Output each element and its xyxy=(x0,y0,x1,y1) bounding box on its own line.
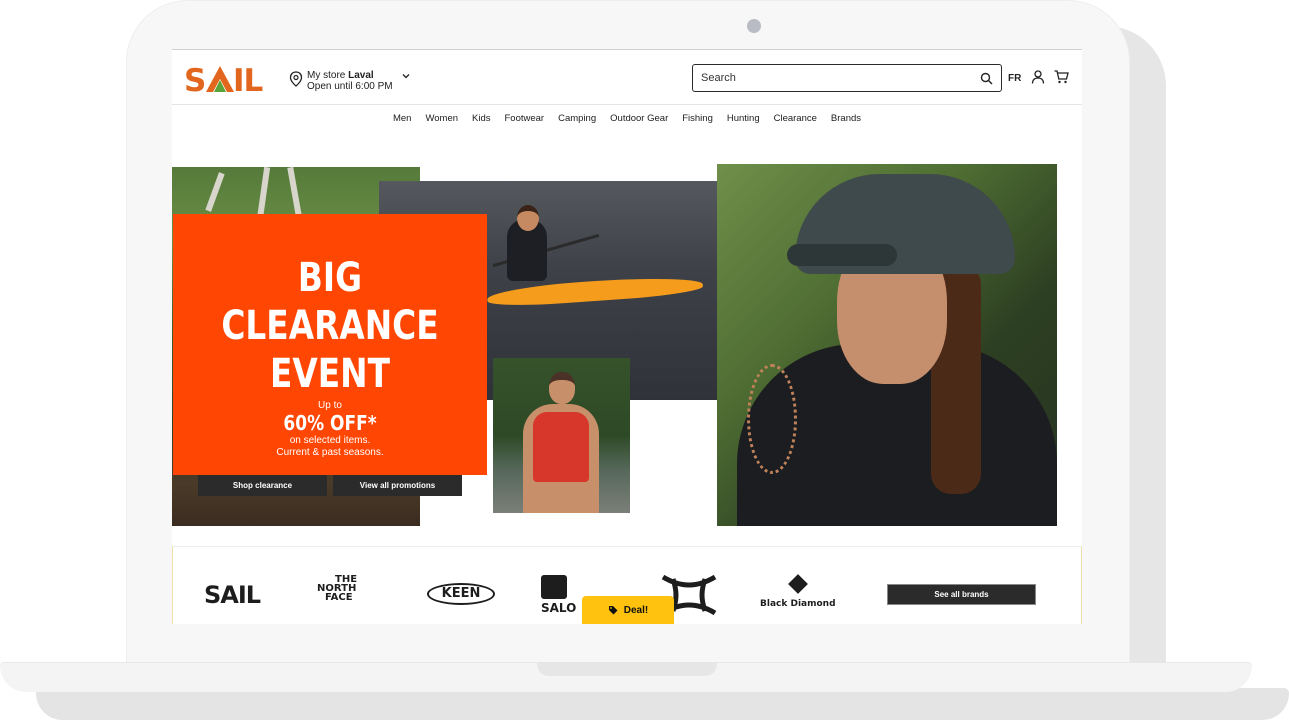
cyclist-photo xyxy=(717,164,1057,526)
nav-item-kids[interactable]: Kids xyxy=(472,113,490,124)
nav-item-men[interactable]: Men xyxy=(393,113,411,124)
laptop-base-shadow xyxy=(36,688,1289,720)
nav-item-outdoor-gear[interactable]: Outdoor Gear xyxy=(610,113,668,124)
laptop-camera xyxy=(747,19,761,33)
store-info: My store Laval Open until 6:00 PM xyxy=(307,70,393,92)
brand-logo-sail[interactable]: SAIL xyxy=(204,581,261,609)
brand-logo-black-diamond[interactable]: Black Diamond xyxy=(760,574,836,609)
fisherman-photo xyxy=(493,358,630,513)
view-promotions-button[interactable]: View all promotions xyxy=(333,475,462,496)
salomon-s-mark xyxy=(541,575,567,599)
store-prefix: My store xyxy=(307,70,346,81)
nav-item-hunting[interactable]: Hunting xyxy=(727,113,760,124)
nav-item-brands[interactable]: Brands xyxy=(831,113,861,124)
nav-item-women[interactable]: Women xyxy=(425,113,458,124)
black-diamond-mark-icon xyxy=(787,574,808,594)
svg-text:S: S xyxy=(184,63,205,94)
svg-text:IL: IL xyxy=(233,63,263,94)
price-tag-icon xyxy=(608,606,618,615)
user-account-icon[interactable] xyxy=(1031,70,1045,84)
store-name: Laval xyxy=(348,70,374,81)
promo-buttons: Shop clearance View all promotions xyxy=(173,475,487,496)
search-icon[interactable] xyxy=(980,72,993,85)
deal-label: Deal! xyxy=(623,604,649,616)
laptop-notch xyxy=(537,662,717,676)
search-input[interactable] xyxy=(701,72,980,84)
chevron-down-icon xyxy=(402,74,410,79)
shopping-cart-icon[interactable] xyxy=(1054,70,1069,84)
nav-item-footwear[interactable]: Footwear xyxy=(505,113,545,124)
brand-logo-the-north-face[interactable]: THE NORTH FACE xyxy=(317,575,357,603)
shop-clearance-button[interactable]: Shop clearance xyxy=(198,475,327,496)
promo-discount: 60% OFF* xyxy=(283,411,377,435)
promo-subtext-2: Current & past seasons. xyxy=(276,447,384,458)
brand-logo-keen[interactable]: KEEN xyxy=(427,583,495,605)
see-all-brands-button[interactable]: See all brands xyxy=(887,584,1036,605)
brand-logo-salomon[interactable]: SALO xyxy=(541,575,576,615)
location-pin-icon xyxy=(289,71,303,87)
promo-title: BIG CLEARANCE EVENT xyxy=(221,255,439,397)
website-screen: S IL My store Laval Open until 6:00 PM S… xyxy=(172,49,1082,624)
clearance-promo-banner: BIG CLEARANCE EVENT Up to 60% OFF* on se… xyxy=(173,214,487,496)
sail-logo[interactable]: S IL xyxy=(184,62,278,94)
main-navigation: Men Women Kids Footwear Camping Outdoor … xyxy=(172,106,1082,130)
nav-item-fishing[interactable]: Fishing xyxy=(682,113,713,124)
site-header: S IL My store Laval Open until 6:00 PM S… xyxy=(172,50,1082,105)
nav-item-camping[interactable]: Camping xyxy=(558,113,596,124)
laptop-mockup: S IL My store Laval Open until 6:00 PM S… xyxy=(0,0,1289,720)
store-selector[interactable]: My store Laval Open until 6:00 PM xyxy=(289,70,411,92)
deal-tab[interactable]: Deal! xyxy=(582,596,674,624)
search-bar xyxy=(692,64,1002,92)
promo-subtext-1: on selected items. xyxy=(289,435,371,446)
language-toggle[interactable]: FR xyxy=(1008,73,1021,84)
promo-up-to: Up to xyxy=(318,400,342,411)
store-hours: Open until 6:00 PM xyxy=(307,81,393,92)
nav-item-clearance[interactable]: Clearance xyxy=(774,113,817,124)
